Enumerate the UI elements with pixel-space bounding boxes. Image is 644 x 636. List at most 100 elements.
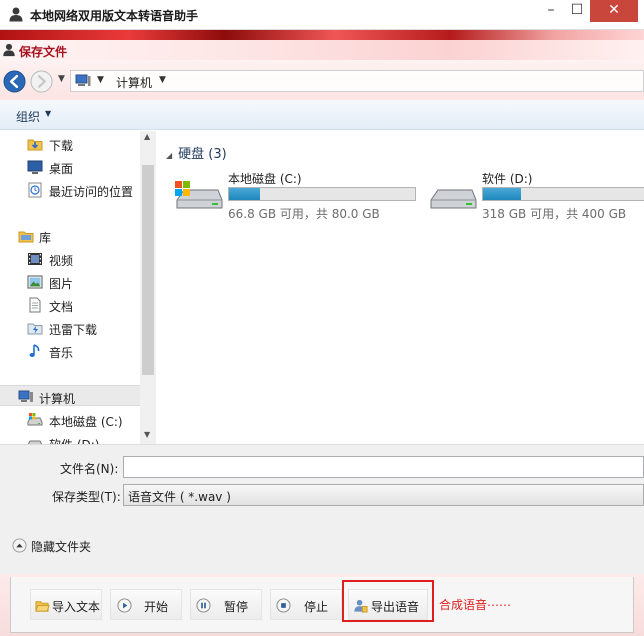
- navigation-pane: 下载 桌面 最近访问的位置 库 视频 图片 文档 迅雷下载 音乐 计算机 本地磁…: [0, 131, 156, 444]
- group-title: 硬盘 (3): [178, 147, 227, 162]
- sidebar-item-music[interactable]: 音乐: [0, 340, 140, 361]
- user-icon: [3, 43, 15, 57]
- stop-button[interactable]: 停止: [270, 589, 342, 620]
- import-text-label: 导入文本: [52, 600, 101, 614]
- highlight-annotation-box: [342, 580, 434, 622]
- close-button[interactable]: ✕: [590, 0, 638, 22]
- sidebar-item-computer[interactable]: 计算机: [0, 385, 140, 406]
- filetype-label: 保存类型(T):: [52, 490, 121, 504]
- sidebar-item-label: 音乐: [49, 346, 74, 360]
- user-icon: [9, 7, 23, 22]
- scrollbar-thumb[interactable]: [142, 165, 154, 375]
- sidebar-item-drive-c[interactable]: 本地磁盘 (C:): [0, 409, 140, 430]
- scroll-up-icon[interactable]: ▲: [144, 132, 150, 141]
- sidebar-item-label: 计算机: [39, 392, 76, 406]
- drive-usage-bar: [482, 187, 644, 201]
- recent-places-icon: [28, 182, 42, 198]
- sidebar-item-label: 下载: [49, 139, 74, 153]
- start-button[interactable]: 开始: [110, 589, 182, 620]
- computer-icon: [18, 390, 33, 402]
- app-title-bar: 本地网络双用版文本转语音助手 – ☐ ✕: [0, 0, 644, 30]
- drive-tile-c[interactable]: 本地磁盘 (C:) 66.8 GB 可用，共 80.0 GB: [174, 168, 416, 222]
- command-bar: 组织 ▼: [0, 100, 644, 130]
- file-list-pane: ◢ 硬盘 (3) 本地磁盘 (C:) 66.8 GB 可用，共 80.0 GB 软…: [156, 131, 644, 444]
- navigation-bar: ▼ ▼ 计算机 ▼: [0, 60, 644, 100]
- save-options-panel: 文件名(N): 保存类型(T): 语音文件 ( *.wav ) 隐藏文件夹: [0, 444, 644, 574]
- filetype-select[interactable]: 语音文件 ( *.wav ): [123, 484, 644, 506]
- hard-disks-group-header[interactable]: ◢ 硬盘 (3): [166, 143, 227, 162]
- sidebar-item-thunder-downloads[interactable]: 迅雷下载: [0, 317, 140, 338]
- import-text-button[interactable]: 导入文本: [30, 589, 102, 620]
- play-icon: [117, 598, 132, 613]
- sidebar-item-label: 文档: [49, 300, 74, 314]
- filetype-selected-value: 语音文件 ( *.wav ): [128, 490, 231, 504]
- drive-usage-fill: [483, 188, 522, 200]
- dialog-title: 保存文件: [19, 45, 68, 59]
- windows-disk-icon: [175, 181, 223, 209]
- hide-folders-label: 隐藏文件夹: [31, 540, 92, 554]
- organize-menu[interactable]: 组织: [16, 108, 40, 125]
- chevron-down-icon[interactable]: ▼: [97, 75, 104, 85]
- breadcrumb-computer[interactable]: 计算机: [116, 74, 152, 91]
- sidebar-item-label: 库: [39, 231, 52, 245]
- sidebar-item-label: 桌面: [49, 162, 74, 176]
- sidebar-item-pictures[interactable]: 图片: [0, 271, 140, 292]
- sidebar-item-downloads[interactable]: 下载: [0, 133, 140, 154]
- sidebar-item-drive-d[interactable]: 软件 (D:): [0, 432, 140, 444]
- sidebar-item-recent-places[interactable]: 最近访问的位置: [0, 179, 140, 200]
- start-label: 开始: [144, 600, 169, 614]
- local-disk-icon: [27, 440, 43, 444]
- drive-tile-d[interactable]: 软件 (D:) 318 GB 可用，共 400 GB: [428, 168, 644, 222]
- stop-label: 停止: [304, 600, 329, 614]
- folder-open-icon: [35, 601, 50, 612]
- drive-usage-bar: [228, 187, 416, 201]
- sidebar-item-label: 最近访问的位置: [49, 185, 134, 199]
- maximize-button[interactable]: ☐: [564, 0, 590, 22]
- document-library-icon: [29, 297, 41, 313]
- sidebar-item-label: 本地磁盘 (C:): [49, 415, 123, 429]
- chevron-down-icon[interactable]: ▼: [45, 109, 51, 118]
- drive-name: 软件 (D:): [482, 172, 533, 186]
- desktop-icon: [27, 160, 43, 174]
- computer-icon: [75, 74, 91, 86]
- local-disk-icon: [27, 413, 43, 426]
- thunder-download-icon: [27, 323, 43, 335]
- picture-library-icon: [27, 275, 43, 289]
- filename-input[interactable]: [123, 456, 644, 478]
- sidebar-item-libraries[interactable]: 库: [0, 225, 140, 246]
- sidebar-item-label: 迅雷下载: [49, 323, 98, 337]
- drive-free-space: 318 GB 可用，共 400 GB: [482, 207, 627, 221]
- recent-pages-dropdown-icon[interactable]: ▼: [58, 74, 68, 84]
- minimize-button[interactable]: –: [538, 0, 564, 22]
- chevron-down-icon[interactable]: ▼: [159, 75, 166, 85]
- drive-free-space: 66.8 GB 可用，共 80.0 GB: [228, 207, 380, 221]
- scroll-down-icon[interactable]: ▼: [144, 430, 150, 439]
- decorative-banner: [0, 30, 644, 40]
- forward-arrow-icon[interactable]: [30, 70, 53, 93]
- drive-usage-fill: [229, 188, 260, 200]
- sidebar-item-documents[interactable]: 文档: [0, 294, 140, 315]
- annotation-text: 合成语音⋯⋯: [439, 598, 512, 612]
- dialog-title-bar: 保存文件: [0, 40, 644, 60]
- back-arrow-icon[interactable]: [3, 70, 26, 93]
- pause-button[interactable]: 暂停: [190, 589, 262, 620]
- drive-name: 本地磁盘 (C:): [228, 172, 302, 186]
- music-library-icon: [29, 344, 40, 357]
- sidebar-item-videos[interactable]: 视频: [0, 248, 140, 269]
- collapse-up-icon: [12, 538, 27, 553]
- navigation-pane-scrollbar[interactable]: ▲ ▼: [140, 131, 156, 444]
- sidebar-item-label: 视频: [49, 254, 74, 268]
- library-folder-icon: [18, 231, 34, 243]
- pause-icon: [196, 598, 211, 613]
- stop-icon: [276, 598, 291, 613]
- download-folder-icon: [27, 139, 43, 151]
- video-library-icon: [28, 253, 42, 265]
- collapse-triangle-icon[interactable]: ◢: [166, 151, 172, 160]
- sidebar-item-label: 软件 (D:): [49, 436, 99, 444]
- app-title: 本地网络双用版文本转语音助手: [30, 9, 199, 23]
- sidebar-item-desktop[interactable]: 桌面: [0, 156, 140, 177]
- pause-label: 暂停: [224, 600, 249, 614]
- filename-label: 文件名(N):: [60, 462, 119, 476]
- address-bar[interactable]: ▼ 计算机 ▼: [70, 70, 644, 92]
- sidebar-item-label: 图片: [49, 277, 74, 291]
